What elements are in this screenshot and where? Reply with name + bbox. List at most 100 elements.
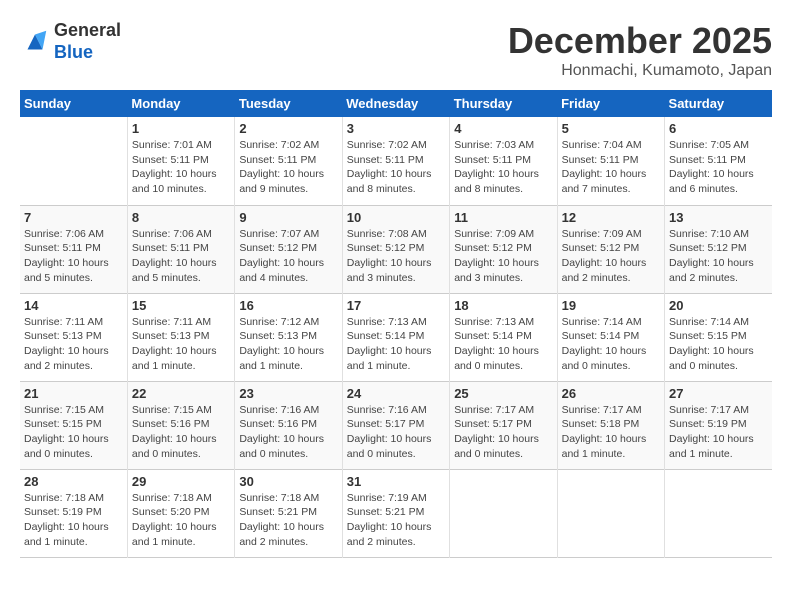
day-number: 20 <box>669 298 768 313</box>
weekday-header: Thursday <box>450 90 557 117</box>
day-info: Sunrise: 7:01 AM Sunset: 5:11 PM Dayligh… <box>132 138 230 197</box>
weekday-header: Tuesday <box>235 90 342 117</box>
calendar-cell: 8 Sunrise: 7:06 AM Sunset: 5:11 PM Daylig… <box>127 205 234 293</box>
day-info: Sunrise: 7:17 AM Sunset: 5:18 PM Dayligh… <box>562 403 660 462</box>
day-info: Sunrise: 7:11 AM Sunset: 5:13 PM Dayligh… <box>24 315 123 374</box>
calendar-cell <box>665 469 772 557</box>
week-row: 21 Sunrise: 7:15 AM Sunset: 5:15 PM Dayli… <box>20 381 772 469</box>
calendar-cell: 18Sunrise: 7:13 AM Sunset: 5:14 PM Dayli… <box>450 293 557 381</box>
day-info: Sunrise: 7:11 AM Sunset: 5:13 PM Dayligh… <box>132 315 230 374</box>
day-number: 28 <box>24 474 123 489</box>
day-number: 10 <box>347 210 445 225</box>
week-row: 14 Sunrise: 7:11 AM Sunset: 5:13 PM Dayli… <box>20 293 772 381</box>
calendar-cell: 12 Sunrise: 7:09 AM Sunset: 5:12 PM Dayli… <box>557 205 664 293</box>
calendar-cell: 14 Sunrise: 7:11 AM Sunset: 5:13 PM Dayli… <box>20 293 127 381</box>
day-number: 24 <box>347 386 445 401</box>
day-info: Sunrise: 7:09 AM Sunset: 5:12 PM Dayligh… <box>562 227 660 286</box>
day-info: Sunrise: 7:15 AM Sunset: 5:16 PM Dayligh… <box>132 403 230 462</box>
day-info: Sunrise: 7:06 AM Sunset: 5:11 PM Dayligh… <box>132 227 230 286</box>
calendar-cell: 31 Sunrise: 7:19 AM Sunset: 5:21 PM Dayli… <box>342 469 449 557</box>
day-info: Sunrise: 7:02 AM Sunset: 5:11 PM Dayligh… <box>239 138 337 197</box>
location: Honmachi, Kumamoto, Japan <box>508 62 772 80</box>
day-number: 3 <box>347 121 445 136</box>
calendar-cell: 30 Sunrise: 7:18 AM Sunset: 5:21 PM Dayli… <box>235 469 342 557</box>
day-info: Sunrise: 7:07 AM Sunset: 5:12 PM Dayligh… <box>239 227 337 286</box>
day-number: 11 <box>454 210 552 225</box>
day-info: Sunrise: 7:18 AM Sunset: 5:21 PM Dayligh… <box>239 491 337 550</box>
calendar-cell: 6 Sunrise: 7:05 AM Sunset: 5:11 PM Daylig… <box>665 117 772 205</box>
day-info: Sunrise: 7:19 AM Sunset: 5:21 PM Dayligh… <box>347 491 445 550</box>
day-number: 27 <box>669 386 768 401</box>
day-info: Sunrise: 7:02 AM Sunset: 5:11 PM Dayligh… <box>347 138 445 197</box>
day-info: Sunrise: 7:08 AM Sunset: 5:12 PM Dayligh… <box>347 227 445 286</box>
calendar-cell: 25 Sunrise: 7:17 AM Sunset: 5:17 PM Dayli… <box>450 381 557 469</box>
day-number: 15 <box>132 298 230 313</box>
calendar-cell: 10 Sunrise: 7:08 AM Sunset: 5:12 PM Dayli… <box>342 205 449 293</box>
title-section: December 2025 Honmachi, Kumamoto, Japan <box>508 20 772 80</box>
week-row: 1 Sunrise: 7:01 AM Sunset: 5:11 PM Daylig… <box>20 117 772 205</box>
day-info: Sunrise: 7:05 AM Sunset: 5:11 PM Dayligh… <box>669 138 768 197</box>
day-info: Sunrise: 7:17 AM Sunset: 5:19 PM Dayligh… <box>669 403 768 462</box>
day-number: 1 <box>132 121 230 136</box>
day-number: 30 <box>239 474 337 489</box>
day-number: 9 <box>239 210 337 225</box>
calendar-cell: 15 Sunrise: 7:11 AM Sunset: 5:13 PM Dayli… <box>127 293 234 381</box>
calendar-cell: 5 Sunrise: 7:04 AM Sunset: 5:11 PM Daylig… <box>557 117 664 205</box>
calendar-cell: 3 Sunrise: 7:02 AM Sunset: 5:11 PM Daylig… <box>342 117 449 205</box>
day-number: 14 <box>24 298 123 313</box>
day-info: Sunrise: 7:12 AM Sunset: 5:13 PM Dayligh… <box>239 315 337 374</box>
weekday-header: Friday <box>557 90 664 117</box>
day-number: 22 <box>132 386 230 401</box>
day-number: 25 <box>454 386 552 401</box>
day-number: 6 <box>669 121 768 136</box>
day-number: 19 <box>562 298 660 313</box>
calendar-cell <box>20 117 127 205</box>
month-title: December 2025 <box>508 20 772 62</box>
day-number: 4 <box>454 121 552 136</box>
calendar-cell: 20 Sunrise: 7:14 AM Sunset: 5:15 PM Dayli… <box>665 293 772 381</box>
calendar-table: SundayMondayTuesdayWednesdayThursdayFrid… <box>20 90 772 558</box>
day-info: Sunrise: 7:06 AM Sunset: 5:11 PM Dayligh… <box>24 227 123 286</box>
day-number: 8 <box>132 210 230 225</box>
day-number: 26 <box>562 386 660 401</box>
day-info: Sunrise: 7:03 AM Sunset: 5:11 PM Dayligh… <box>454 138 552 197</box>
day-number: 21 <box>24 386 123 401</box>
day-number: 2 <box>239 121 337 136</box>
day-number: 5 <box>562 121 660 136</box>
day-info: Sunrise: 7:15 AM Sunset: 5:15 PM Dayligh… <box>24 403 123 462</box>
calendar-cell: 16 Sunrise: 7:12 AM Sunset: 5:13 PM Dayli… <box>235 293 342 381</box>
day-number: 29 <box>132 474 230 489</box>
calendar-cell: 27 Sunrise: 7:17 AM Sunset: 5:19 PM Dayli… <box>665 381 772 469</box>
calendar-cell: 7Sunrise: 7:06 AM Sunset: 5:11 PM Daylig… <box>20 205 127 293</box>
calendar-cell: 28 Sunrise: 7:18 AM Sunset: 5:19 PM Dayli… <box>20 469 127 557</box>
day-info: Sunrise: 7:17 AM Sunset: 5:17 PM Dayligh… <box>454 403 552 462</box>
day-info: Sunrise: 7:14 AM Sunset: 5:15 PM Dayligh… <box>669 315 768 374</box>
day-info: Sunrise: 7:04 AM Sunset: 5:11 PM Dayligh… <box>562 138 660 197</box>
day-info: Sunrise: 7:14 AM Sunset: 5:14 PM Dayligh… <box>562 315 660 374</box>
day-number: 16 <box>239 298 337 313</box>
week-row: 28 Sunrise: 7:18 AM Sunset: 5:19 PM Dayli… <box>20 469 772 557</box>
weekday-header: Sunday <box>20 90 127 117</box>
logo-text: General Blue <box>54 20 121 63</box>
calendar-cell: 1 Sunrise: 7:01 AM Sunset: 5:11 PM Daylig… <box>127 117 234 205</box>
calendar-cell: 23Sunrise: 7:16 AM Sunset: 5:16 PM Dayli… <box>235 381 342 469</box>
day-info: Sunrise: 7:09 AM Sunset: 5:12 PM Dayligh… <box>454 227 552 286</box>
weekday-header: Monday <box>127 90 234 117</box>
day-info: Sunrise: 7:13 AM Sunset: 5:14 PM Dayligh… <box>454 315 552 374</box>
day-info: Sunrise: 7:16 AM Sunset: 5:17 PM Dayligh… <box>347 403 445 462</box>
calendar-cell: 2 Sunrise: 7:02 AM Sunset: 5:11 PM Daylig… <box>235 117 342 205</box>
calendar-cell: 29Sunrise: 7:18 AM Sunset: 5:20 PM Dayli… <box>127 469 234 557</box>
calendar-cell <box>450 469 557 557</box>
week-row: 7Sunrise: 7:06 AM Sunset: 5:11 PM Daylig… <box>20 205 772 293</box>
day-number: 23 <box>239 386 337 401</box>
day-info: Sunrise: 7:18 AM Sunset: 5:19 PM Dayligh… <box>24 491 123 550</box>
calendar-cell: 11 Sunrise: 7:09 AM Sunset: 5:12 PM Dayli… <box>450 205 557 293</box>
calendar-cell: 26 Sunrise: 7:17 AM Sunset: 5:18 PM Dayli… <box>557 381 664 469</box>
day-number: 17 <box>347 298 445 313</box>
day-number: 12 <box>562 210 660 225</box>
calendar-cell: 19 Sunrise: 7:14 AM Sunset: 5:14 PM Dayli… <box>557 293 664 381</box>
day-number: 31 <box>347 474 445 489</box>
calendar-cell: 22 Sunrise: 7:15 AM Sunset: 5:16 PM Dayli… <box>127 381 234 469</box>
weekday-header-row: SundayMondayTuesdayWednesdayThursdayFrid… <box>20 90 772 117</box>
calendar-cell: 24 Sunrise: 7:16 AM Sunset: 5:17 PM Dayli… <box>342 381 449 469</box>
